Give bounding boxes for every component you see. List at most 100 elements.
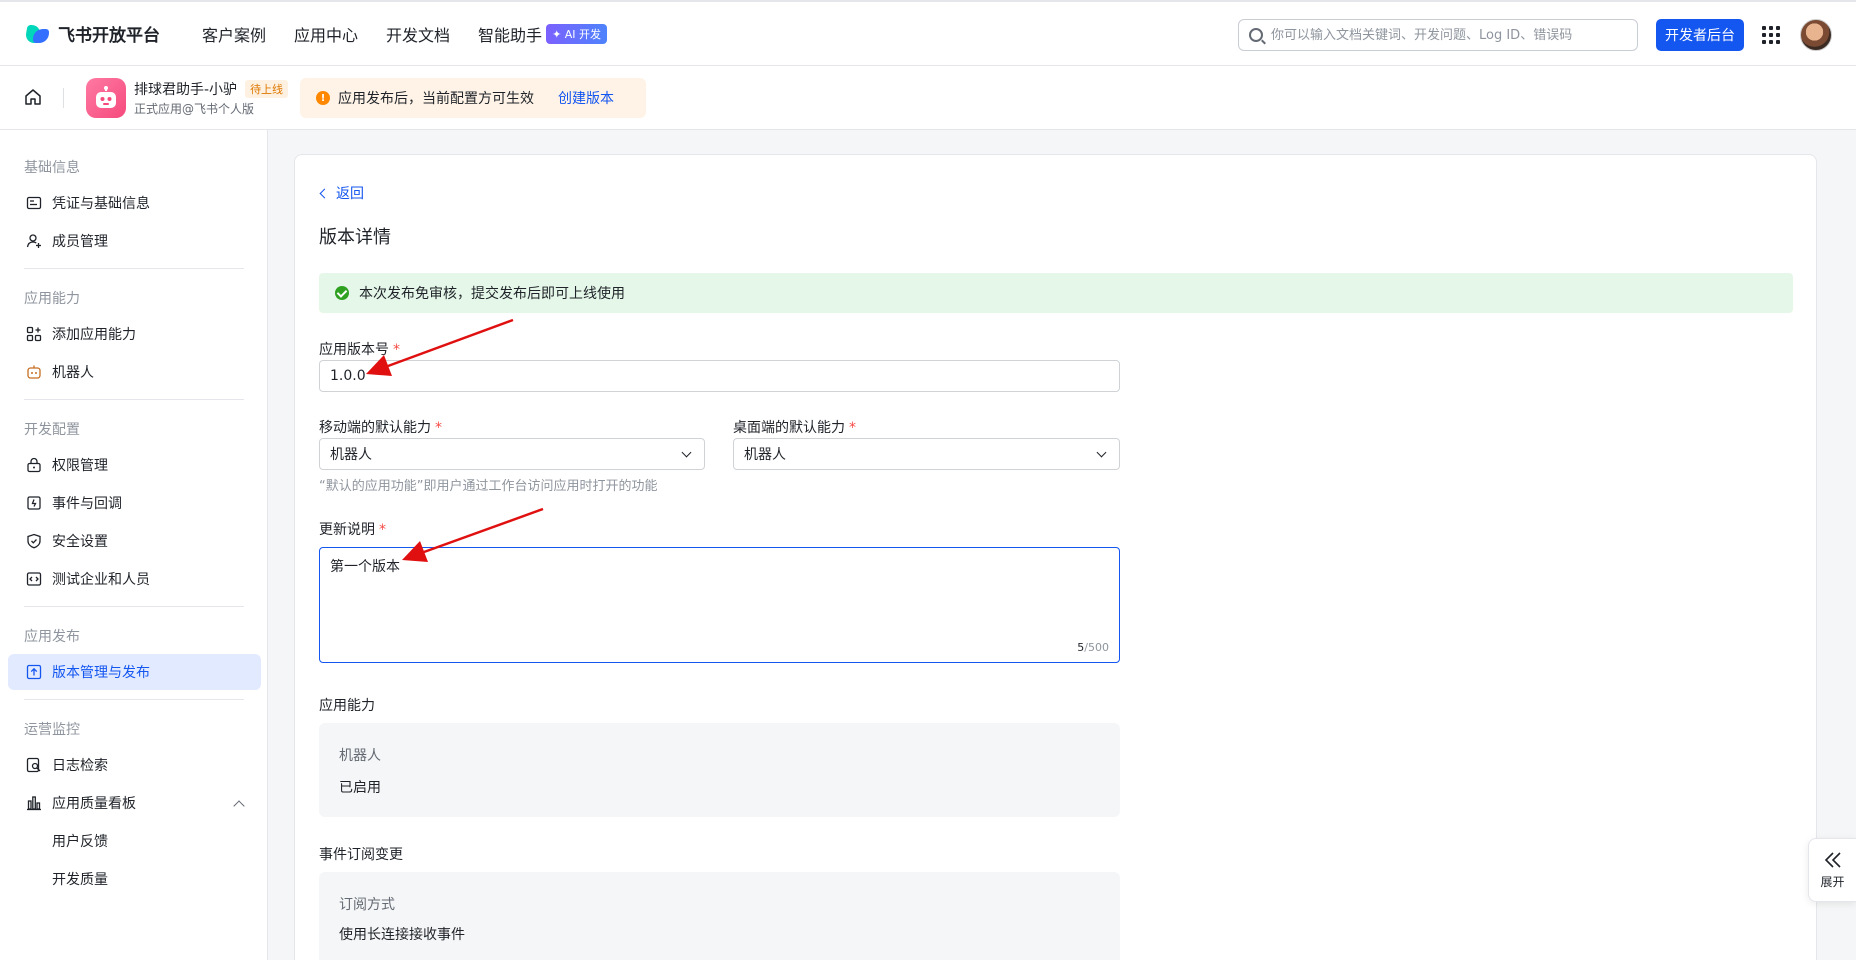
create-version-link[interactable]: 创建版本: [558, 88, 614, 108]
nav-link-cases[interactable]: 客户案例: [202, 22, 266, 46]
sidebar-item-label: 凭证与基础信息: [52, 196, 150, 212]
sidebar-divider: [24, 699, 244, 700]
app-name: 排球君助手-小驴 待上线: [134, 79, 289, 99]
logo-text: 飞书开放平台: [58, 26, 160, 46]
app-subtitle: 正式应用@飞书个人版: [134, 102, 255, 116]
sidebar-divider: [24, 399, 244, 400]
sidebar-divider: [24, 606, 244, 607]
sidebar-item-test-tenants[interactable]: 测试企业和人员: [8, 561, 261, 597]
sidebar-item-members[interactable]: 成员管理: [8, 223, 261, 259]
page-title: 版本详情: [319, 227, 391, 248]
logo[interactable]: 飞书开放平台: [24, 21, 160, 46]
home-icon[interactable]: [24, 88, 42, 106]
release-notes-textarea[interactable]: 第一个版本 5/500: [319, 547, 1120, 663]
char-max: /500: [1084, 641, 1109, 654]
mobile-select-value: 机器人: [330, 447, 372, 463]
sidebar-item-label: 添加应用能力: [52, 327, 136, 343]
version-input[interactable]: 1.0.0: [319, 360, 1120, 392]
nav-link-app-center[interactable]: 应用中心: [294, 22, 358, 46]
version-label: 应用版本号 *: [319, 339, 400, 359]
search-icon: [1249, 28, 1263, 42]
add-user-icon: [26, 233, 42, 249]
chevron-down-icon: [1096, 447, 1107, 458]
sidebar-subitem-feedback[interactable]: 用户反馈: [52, 831, 108, 851]
nav-link-assistant[interactable]: 智能助手 ✦ AI 开发: [478, 22, 608, 46]
expand-panel-button[interactable]: 展开: [1808, 838, 1856, 902]
char-counter: 5/500: [1077, 641, 1109, 654]
desktop-default-select[interactable]: 机器人: [733, 438, 1120, 470]
event-icon: [26, 495, 42, 511]
sidebar-item-label: 测试企业和人员: [52, 572, 150, 588]
sidebar-group-capability: 应用能力: [24, 291, 80, 307]
double-chevron-left-icon: [1824, 851, 1841, 868]
add-module-icon: [26, 326, 42, 342]
developer-console-button[interactable]: 开发者后台: [1656, 19, 1744, 51]
sidebar-item-label: 版本管理与发布: [52, 665, 150, 681]
log-search-icon: [26, 757, 42, 773]
publish-notice: ! 应用发布后，当前配置方可生效 创建版本: [300, 78, 646, 118]
notice-text: 应用发布后，当前配置方可生效: [338, 91, 534, 107]
app-header: 排球君助手-小驴 待上线 正式应用@飞书个人版 ! 应用发布后，当前配置方可生效…: [0, 66, 1856, 130]
notes-value: 第一个版本: [330, 559, 400, 575]
required-mark: *: [393, 342, 400, 358]
version-detail-card: 返回 版本详情 本次发布免审核，提交发布后即可上线使用 应用版本号 * 1.0.0…: [294, 154, 1817, 960]
divider: [63, 88, 64, 108]
code-icon: [26, 571, 42, 587]
sidebar-group-dev-config: 开发配置: [24, 422, 80, 438]
search-box[interactable]: [1238, 19, 1638, 51]
mobile-default-select[interactable]: 机器人: [319, 438, 705, 470]
sidebar-subitem-dev-quality[interactable]: 开发质量: [52, 869, 108, 889]
lock-icon: [26, 457, 42, 473]
desktop-default-label: 桌面端的默认能力 *: [733, 417, 856, 437]
sidebar-item-label: 安全设置: [52, 534, 108, 550]
success-alert: 本次发布免审核，提交发布后即可上线使用: [319, 273, 1793, 313]
sidebar-item-log-search[interactable]: 日志检索: [8, 747, 261, 783]
bar-chart-icon: [26, 795, 42, 811]
sidebar-item-credentials[interactable]: 凭证与基础信息: [8, 185, 261, 221]
shield-icon: [26, 533, 42, 549]
sidebar-item-security[interactable]: 安全设置: [8, 523, 261, 559]
back-link[interactable]: 返回: [319, 183, 364, 203]
required-mark: *: [849, 420, 856, 436]
app-name-text: 排球君助手-小驴: [134, 82, 238, 98]
required-mark: *: [435, 420, 442, 436]
chevron-left-icon: [319, 188, 330, 198]
id-card-icon: [26, 195, 42, 211]
status-badge: 待上线: [245, 80, 289, 98]
sidebar-group-monitoring: 运营监控: [24, 722, 80, 738]
event-info-box: 订阅方式 使用长连接接收事件: [319, 872, 1120, 960]
sidebar-item-label: 事件与回调: [52, 496, 122, 512]
desktop-select-value: 机器人: [744, 447, 786, 463]
sidebar-item-events[interactable]: 事件与回调: [8, 485, 261, 521]
mobile-label-text: 移动端的默认能力: [319, 420, 431, 436]
chevron-down-icon: [681, 447, 692, 458]
warning-icon: !: [316, 91, 330, 105]
sidebar-item-quality-board[interactable]: 应用质量看板: [8, 785, 261, 821]
sidebar: 基础信息 凭证与基础信息 成员管理 应用能力 添加应用能力 机器人 开发配置 权…: [0, 130, 268, 960]
sidebar-item-robot[interactable]: 机器人: [8, 354, 261, 390]
ai-badge: ✦ AI 开发: [546, 23, 608, 44]
capability-section-title: 应用能力: [319, 698, 375, 714]
back-label: 返回: [336, 186, 364, 202]
sidebar-group-basic: 基础信息: [24, 160, 80, 176]
event-section-title: 事件订阅变更: [319, 847, 403, 863]
nav-link-docs[interactable]: 开发文档: [386, 22, 450, 46]
apps-grid-icon[interactable]: [1762, 26, 1780, 44]
version-value: 1.0.0: [330, 368, 366, 384]
sidebar-item-label: 成员管理: [52, 234, 108, 250]
sidebar-item-add-capability[interactable]: 添加应用能力: [8, 316, 261, 352]
avatar[interactable]: [1800, 19, 1832, 51]
sidebar-item-label: 日志检索: [52, 758, 108, 774]
robot-app-icon: [86, 78, 126, 118]
version-label-text: 应用版本号: [319, 342, 389, 358]
search-input[interactable]: [1271, 27, 1611, 43]
sidebar-item-permissions[interactable]: 权限管理: [8, 447, 261, 483]
default-capability-hint: “默认的应用功能”即用户通过工作台访问应用时打开的功能: [319, 479, 658, 494]
sidebar-item-version-release[interactable]: 版本管理与发布: [8, 654, 261, 690]
capability-key: 机器人: [339, 748, 381, 764]
nav-link-assistant-label: 智能助手: [478, 25, 543, 45]
robot-icon: [26, 364, 42, 380]
event-value: 使用长连接接收事件: [339, 927, 465, 943]
sidebar-item-label: 应用质量看板: [52, 796, 136, 812]
notes-label-text: 更新说明: [319, 522, 375, 538]
